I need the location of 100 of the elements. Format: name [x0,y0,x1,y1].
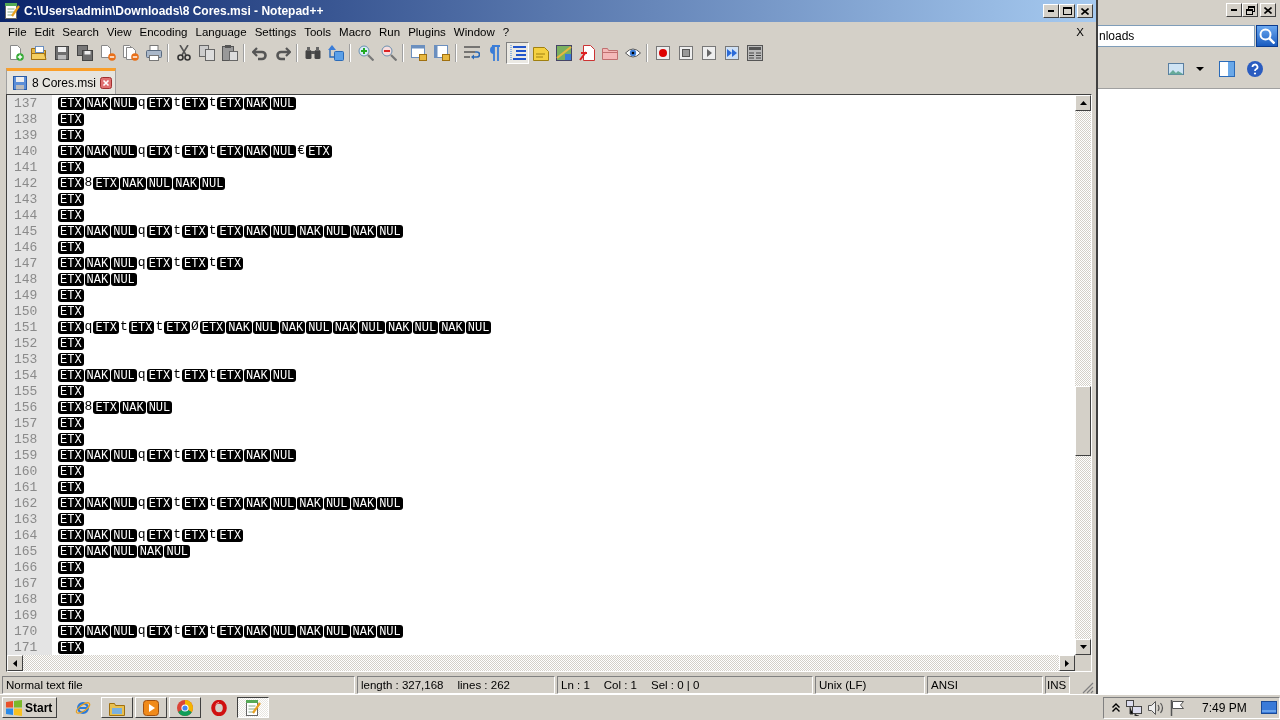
speaker-icon[interactable] [1148,699,1164,716]
toolbar-button[interactable] [506,42,529,64]
control-char: NUL [111,448,137,462]
menu-item[interactable]: Tools [300,26,336,38]
horizontal-scrollbar[interactable] [23,655,1059,671]
close-button[interactable] [1077,4,1093,18]
close-document-button[interactable]: X [1072,26,1088,38]
line-number: 140 [13,143,39,159]
control-char: ETX [58,256,84,270]
line-number: 144 [13,207,39,223]
maximize-button[interactable] [1059,4,1075,18]
control-char: ETX [182,528,208,542]
left-arrow-icon [13,659,17,667]
control-char: NAK [84,272,111,286]
tab[interactable]: 8 Cores.msi [6,68,116,94]
control-char: NAK [244,224,270,238]
status-text: Sel : 0 | 0 [651,679,700,691]
minimize-button[interactable] [1226,3,1242,17]
down-arrow-icon [1079,645,1087,649]
control-char: ETX [58,464,84,478]
control-char: NAK [350,496,377,510]
code-char: t [173,367,182,383]
status-text: Normal text file [6,679,83,691]
text-editor[interactable] [6,94,1092,672]
tab-close-icon[interactable] [100,76,112,89]
menu-item[interactable]: Edit [30,26,59,38]
show-desktop-icon[interactable] [1261,701,1277,714]
preview-pane-icon[interactable] [1219,61,1235,77]
control-char: NUL [270,144,297,158]
new-file-icon [7,45,24,61]
scroll-left-button[interactable] [7,655,23,671]
menu-item[interactable]: Settings [250,26,301,38]
menu-item[interactable]: Macro [335,26,376,38]
flag-icon[interactable] [1170,699,1186,716]
menu-item[interactable]: ? [498,26,514,38]
menu-item[interactable]: Search [58,26,103,38]
control-char: NUL [323,624,350,638]
line-number: 153 [13,351,39,367]
fast-forward-icon [723,45,740,61]
word-wrap-icon [463,45,480,61]
minimize-button[interactable] [1043,4,1059,18]
scroll-down-button[interactable] [1075,639,1091,655]
network-icon[interactable] [1126,699,1142,716]
start-button[interactable]: Start [2,697,58,718]
control-char: ETX [58,160,84,174]
code-char: q [137,255,146,271]
vertical-scrollbar[interactable] [1075,95,1091,655]
control-char: ETX [58,96,84,110]
control-char: ETX [58,624,84,638]
menu-item[interactable]: Plugins [404,26,450,38]
line-number: 169 [13,607,39,623]
status-text: Col : 1 [603,679,638,691]
control-char: ETX [58,448,84,462]
control-char: ETX [128,320,155,334]
undo-icon [251,45,268,61]
search-button[interactable] [1256,25,1278,47]
control-char: ETX [58,240,84,254]
control-char: NUL [270,448,297,462]
scroll-right-button[interactable] [1059,655,1075,671]
control-char: NAK [84,624,111,638]
control-char: NUL [377,496,403,510]
control-char: ETX [217,624,244,638]
restore-button[interactable] [1242,3,1258,17]
search-field[interactable]: nloads [1098,25,1255,47]
resize-grip-icon[interactable] [1082,682,1094,694]
taskbar-button[interactable] [237,697,270,718]
control-char: ETX [58,608,84,622]
help-icon[interactable] [1247,61,1263,77]
code-char: t [208,495,217,511]
pilcrow-icon [488,45,501,61]
menu-item[interactable]: Run [375,26,405,38]
window-icon [410,45,427,61]
control-char: NUL [146,400,173,414]
scroll-up-button[interactable] [1075,95,1091,111]
line-number: 137 [13,95,39,111]
window-title: C:\Users\admin\Downloads\8 Cores.msi - Notepad++ [24,4,325,18]
folder-icon [601,45,618,61]
control-char: NUL [111,96,137,110]
menu-item[interactable]: Encoding [135,26,192,38]
close-button[interactable] [1260,3,1276,17]
caret-icon[interactable] [1196,67,1204,71]
picture-icon[interactable] [1168,63,1184,75]
code-char: t [173,255,182,271]
redo-icon [274,45,291,61]
media-player-icon [143,699,160,716]
scrollbar-thumb[interactable] [1075,386,1091,456]
control-char: NAK [84,448,111,462]
chevron-up-icon[interactable] [1112,703,1120,712]
control-char: NAK [297,496,323,510]
menu-item[interactable]: Window [449,26,499,38]
menu-item[interactable]: File [4,26,31,38]
line-number: 143 [13,191,39,207]
line-number: 157 [13,415,39,431]
control-char: NAK [297,624,323,638]
control-char: ETX [217,368,244,382]
control-char: NAK [332,320,359,334]
menu-item[interactable]: View [102,26,136,38]
control-char: NUL [199,176,226,190]
menu-item[interactable]: Language [191,26,251,38]
control-char: ETX [58,112,84,126]
